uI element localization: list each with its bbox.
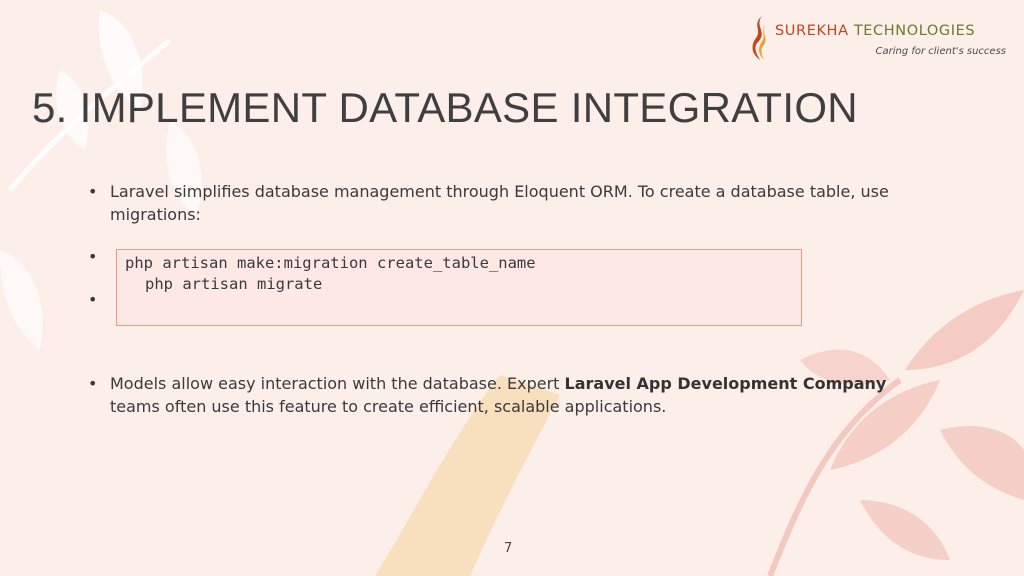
logo-name-part2: TECHNOLOGIES bbox=[853, 23, 976, 39]
logo-flame-icon bbox=[752, 16, 766, 60]
empty-bullet-marker: • bbox=[88, 247, 98, 266]
slide: SUREKHA TECHNOLOGIES Caring for client's… bbox=[0, 0, 1024, 576]
bullet-text-post: teams often use this feature to create e… bbox=[110, 397, 667, 416]
page-number: 7 bbox=[504, 541, 513, 556]
empty-bullet-marker: • bbox=[88, 290, 98, 309]
bullet-marker: • bbox=[88, 182, 98, 201]
bullet-item: • Laravel simplifies database management… bbox=[88, 180, 930, 226]
slide-title: 5. IMPLEMENT DATABASE INTEGRATION bbox=[32, 84, 858, 131]
bullet-text-bold: Laravel App Development Company bbox=[564, 374, 887, 393]
white-leaf bbox=[0, 250, 43, 350]
logo-wordmark: SUREKHA TECHNOLOGIES bbox=[775, 23, 975, 39]
bullet-text-pre: Models allow easy interaction with the d… bbox=[110, 374, 565, 393]
code-block: php artisan make:migration create_table_… bbox=[116, 249, 802, 326]
pink-leaf bbox=[940, 426, 1024, 500]
logo-name-part1: SUREKHA bbox=[775, 23, 849, 39]
pink-leaf bbox=[905, 290, 1024, 370]
bullet-text: Laravel simplifies database management t… bbox=[110, 182, 889, 224]
pink-leaf bbox=[860, 500, 950, 560]
bullet-item: • Models allow easy interaction with the… bbox=[88, 372, 930, 418]
code-line: php artisan migrate bbox=[145, 275, 323, 293]
company-logo: SUREKHA TECHNOLOGIES Caring for client's… bbox=[748, 14, 1010, 62]
code-line: php artisan make:migration create_table_… bbox=[125, 254, 536, 272]
bullet-marker: • bbox=[88, 374, 98, 393]
logo-tagline: Caring for client's success bbox=[875, 46, 1006, 57]
